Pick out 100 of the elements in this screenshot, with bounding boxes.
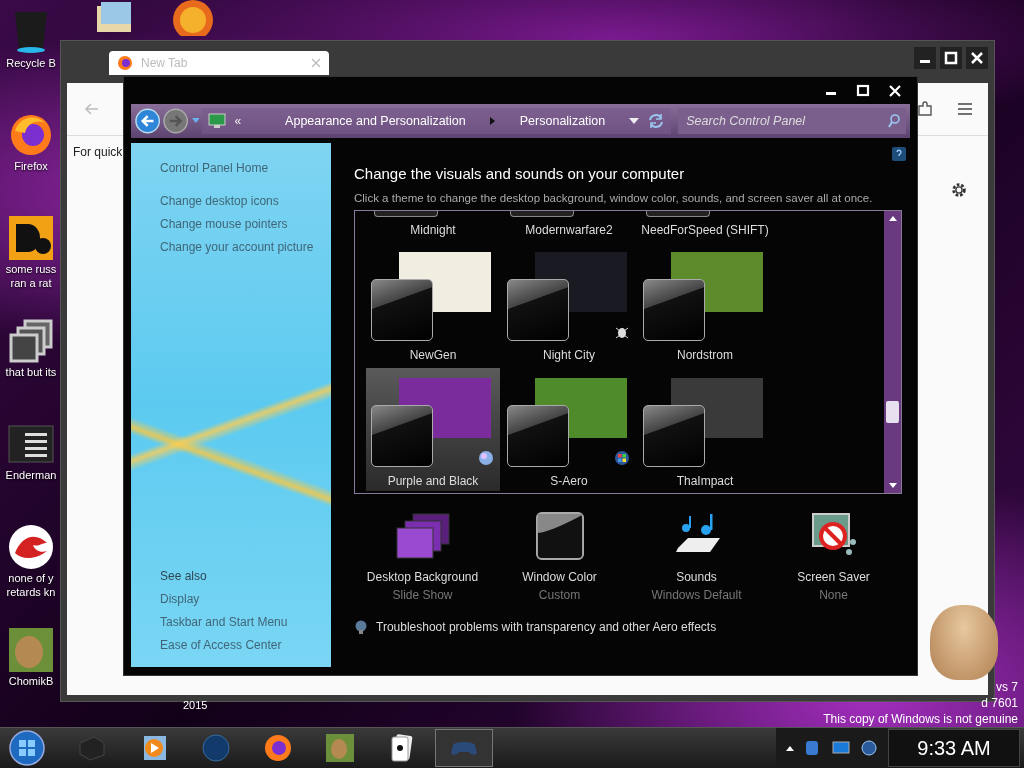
setting-link[interactable]: Screen Saver bbox=[797, 570, 870, 584]
window-color-swatch bbox=[646, 211, 710, 217]
scroll-down-icon[interactable] bbox=[888, 483, 897, 489]
wallpaper-stack-icon[interactable] bbox=[394, 512, 451, 560]
monitor-icon bbox=[208, 113, 227, 129]
breadcrumb-item[interactable]: Appearance and Personalization bbox=[285, 114, 466, 128]
theme-name: S-Aero bbox=[550, 474, 588, 488]
desktop-icon-label[interactable]: none of y bbox=[8, 571, 54, 585]
show-hidden-icons-icon[interactable] bbox=[786, 745, 794, 751]
see-also-heading: See also bbox=[160, 568, 208, 585]
clock[interactable]: 9:33 AM bbox=[888, 729, 1020, 767]
theme-name: Night City bbox=[543, 348, 595, 362]
desktop-icon-label[interactable]: ChomikB bbox=[8, 674, 54, 688]
start-button-icon[interactable] bbox=[9, 730, 45, 766]
theme-name: NewGen bbox=[409, 348, 457, 362]
theme-item[interactable]: S-Aero bbox=[502, 368, 636, 491]
dropdown-caret-icon[interactable] bbox=[629, 118, 640, 124]
theme-item[interactable]: Midnight bbox=[366, 211, 500, 239]
scrollbar[interactable] bbox=[884, 211, 901, 493]
theme-name: NeedForSpeed (SHIFT) bbox=[641, 223, 769, 237]
sidebar-link[interactable]: Control Panel Home bbox=[160, 157, 331, 180]
window-color-swatch bbox=[507, 405, 569, 467]
help-icon[interactable] bbox=[892, 147, 906, 161]
hamster-tile-icon bbox=[325, 733, 355, 763]
theme-item[interactable]: NeedForSpeed (SHIFT) bbox=[638, 211, 772, 239]
page-title: Change the visuals and sounds on your computer bbox=[354, 165, 686, 182]
refresh-icon[interactable] bbox=[647, 112, 666, 130]
sidebar-link[interactable]: Display bbox=[160, 588, 331, 611]
setting-link[interactable]: Sounds bbox=[676, 570, 717, 584]
setting-value: Custom bbox=[538, 588, 581, 602]
window-color-swatch bbox=[510, 211, 574, 217]
search-icon[interactable] bbox=[888, 114, 900, 128]
breadcrumb-overflow[interactable]: « bbox=[234, 114, 242, 128]
dropdown-caret-icon[interactable] bbox=[191, 118, 200, 124]
breadcrumb-item[interactable]: Personalization bbox=[519, 114, 606, 128]
stacked-windows-icon[interactable] bbox=[7, 317, 55, 365]
theme-item[interactable]: Purple and Black bbox=[366, 368, 500, 491]
window-color-swatch bbox=[371, 279, 433, 341]
page-subtitle: Click a theme to change the desktop background, window color, sounds, and screen saver all at once. bbox=[354, 192, 874, 204]
hamster-tile-icon[interactable] bbox=[7, 626, 55, 674]
scroll-thumb[interactable] bbox=[886, 401, 899, 423]
bookmarks-hint-text: For quick bbox=[73, 145, 123, 159]
window-color-swatch bbox=[643, 405, 705, 467]
theme-item[interactable]: Modernwarfare2 bbox=[502, 211, 636, 239]
firefox-icon bbox=[263, 733, 293, 763]
address-bar[interactable]: « Appearance and Personalization Personalization bbox=[202, 108, 672, 134]
glass-swatch-icon[interactable] bbox=[535, 512, 584, 560]
setting-value: Slide Show bbox=[392, 588, 453, 602]
menu-icon[interactable] bbox=[956, 100, 974, 118]
firefox-icon bbox=[117, 55, 133, 71]
settings-icon[interactable] bbox=[950, 181, 968, 199]
setting-value: Windows Default bbox=[651, 588, 742, 602]
theme-name: Purple and Black bbox=[387, 474, 479, 488]
setting-link[interactable]: Desktop Background bbox=[366, 570, 479, 584]
scroll-up-icon[interactable] bbox=[888, 215, 897, 221]
theme-item[interactable]: Nordstrom bbox=[638, 242, 772, 365]
desktop-icon-label[interactable]: Recycle B bbox=[6, 56, 56, 70]
tab-title: New Tab bbox=[141, 56, 189, 70]
theme-item[interactable]: Night City bbox=[502, 242, 636, 365]
dinosaur-icon[interactable] bbox=[7, 523, 55, 571]
watermark-line: vs 7 bbox=[996, 679, 1018, 695]
troubleshoot-link[interactable]: Troubleshoot problems with transparency and other Aero effects bbox=[376, 620, 717, 634]
search-field[interactable]: Search Control Panel bbox=[678, 108, 906, 134]
window-color-swatch bbox=[643, 279, 705, 341]
back-button-icon[interactable] bbox=[135, 108, 161, 134]
watermark-line: This copy of Windows is not genuine bbox=[823, 711, 1018, 727]
minimize-icon[interactable] bbox=[914, 47, 936, 69]
forward-button-icon[interactable] bbox=[163, 108, 189, 134]
theme-name: ThaImpact bbox=[676, 474, 734, 488]
watermark-line: d 7601 bbox=[981, 695, 1018, 711]
theme-item[interactable]: ThaImpact bbox=[638, 368, 772, 491]
sidebar-link[interactable]: Change mouse pointers bbox=[160, 213, 331, 236]
letter-tile-icon[interactable] bbox=[7, 214, 55, 262]
desktop-icon-label[interactable]: Firefox bbox=[14, 159, 48, 173]
desktop-icon-label[interactable]: ran a rat bbox=[10, 276, 52, 290]
desktop-icon-label[interactable]: Enderman bbox=[5, 468, 57, 482]
desktop-icon-label[interactable]: retards kn bbox=[6, 585, 56, 599]
sidebar-link[interactable]: Taskbar and Start Menu bbox=[160, 611, 331, 634]
theme-name: Nordstrom bbox=[677, 348, 733, 362]
orb-icon bbox=[478, 450, 494, 466]
theme-name: Midnight bbox=[410, 223, 456, 237]
desktop-icon-label[interactable]: that but its bbox=[5, 365, 57, 379]
close-icon[interactable] bbox=[966, 47, 988, 69]
setting-link[interactable]: Window Color bbox=[522, 570, 597, 584]
monitor-icon[interactable] bbox=[832, 739, 850, 757]
setting-value: None bbox=[819, 588, 848, 602]
theme-item[interactable]: NewGen bbox=[366, 242, 500, 365]
breadcrumb-arrow-icon[interactable] bbox=[489, 117, 496, 125]
app-logo-icon[interactable] bbox=[170, 0, 216, 36]
volume-icon[interactable] bbox=[860, 739, 878, 757]
maximize-icon[interactable] bbox=[940, 47, 962, 69]
windows-flag-icon bbox=[614, 450, 630, 466]
window-color-swatch bbox=[371, 405, 433, 467]
desktop-icon-label[interactable]: some russ bbox=[5, 262, 57, 276]
shield-globe-icon[interactable] bbox=[354, 620, 368, 634]
sidebar-link[interactable]: Change desktop icons bbox=[160, 190, 331, 213]
puzzle-piece-icon[interactable] bbox=[916, 100, 934, 118]
sidebar-link[interactable]: Change your account picture bbox=[160, 236, 331, 259]
sidebar-link[interactable]: Ease of Access Center bbox=[160, 634, 331, 657]
window-color-swatch bbox=[374, 211, 438, 217]
